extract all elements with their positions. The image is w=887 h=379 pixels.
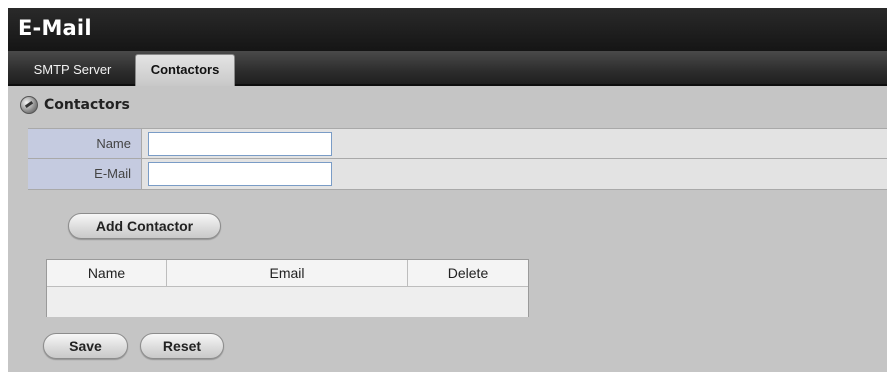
table-body xyxy=(47,287,528,317)
add-contactor-button[interactable]: Add Contactor xyxy=(68,213,221,239)
table-header: Name Email Delete xyxy=(47,260,528,287)
save-button[interactable]: Save xyxy=(43,333,128,359)
email-input[interactable] xyxy=(148,162,332,186)
section-title: Contactors xyxy=(44,97,130,113)
contacts-table: Name Email Delete xyxy=(46,259,529,317)
column-header-email: Email xyxy=(167,260,408,286)
column-header-delete: Delete xyxy=(447,265,489,281)
section-header: Contactors xyxy=(20,95,130,115)
email-label: E-Mail xyxy=(28,159,142,189)
column-header-name: Name xyxy=(47,260,167,286)
reset-button[interactable]: Reset xyxy=(140,333,224,359)
tab-smtp-server[interactable]: SMTP Server xyxy=(16,55,129,84)
app-frame: E-Mail SMTP Server Contactors Contactors… xyxy=(8,8,887,372)
name-label: Name xyxy=(28,129,142,158)
name-row: Name xyxy=(28,128,887,159)
contactors-panel: Contactors Name E-Mail Add Contactor Nam… xyxy=(8,86,887,372)
tab-strip: SMTP Server Contactors xyxy=(8,51,887,86)
page-title: E-Mail xyxy=(18,16,92,40)
email-row: E-Mail xyxy=(28,159,887,190)
tab-contactors[interactable]: Contactors xyxy=(135,54,235,86)
title-bar: E-Mail xyxy=(8,8,887,51)
name-input[interactable] xyxy=(148,132,332,156)
section-gear-icon xyxy=(20,96,38,114)
